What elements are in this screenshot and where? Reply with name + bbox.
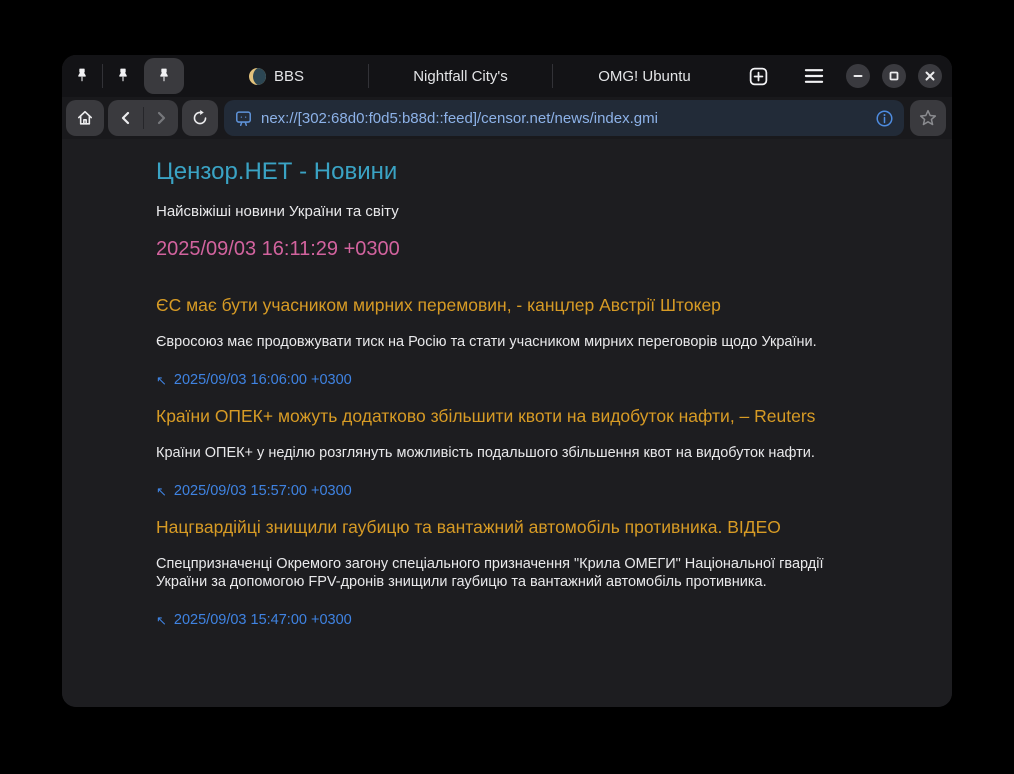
news-article: Нацгвардійці знищили гаубицю та вантажни… — [156, 517, 872, 628]
page-subtitle: Найсвіжіші новини України та світу — [156, 203, 872, 220]
bookmark-button[interactable] — [910, 100, 946, 136]
browser-window: BBS Nightfall City's OMG! Ubuntu — [62, 55, 952, 707]
pinned-tab-2[interactable] — [103, 55, 143, 97]
hamburger-icon — [803, 67, 825, 85]
forward-button[interactable] — [144, 100, 178, 136]
home-icon — [75, 108, 95, 128]
pinned-tab-1[interactable] — [62, 55, 102, 97]
url-text[interactable]: nex://[302:68d0:f0d5:b88d::feed]/censor.… — [261, 110, 658, 127]
menu-button[interactable] — [794, 55, 834, 97]
link-arrow-icon: ↖ — [156, 614, 167, 627]
minimize-icon — [852, 70, 864, 82]
article-headline: Країни ОПЕК+ можуть додатково збільшити … — [156, 406, 872, 427]
maximize-button[interactable] — [882, 64, 906, 88]
tab-nightfall-citys[interactable]: Nightfall City's — [369, 55, 552, 97]
crescent-moon-icon — [249, 68, 266, 85]
back-button[interactable] — [109, 100, 143, 136]
minimize-button[interactable] — [846, 64, 870, 88]
close-button[interactable] — [918, 64, 942, 88]
new-tab-button[interactable] — [736, 55, 780, 97]
reload-icon — [191, 109, 209, 127]
link-arrow-icon: ↖ — [156, 485, 167, 498]
terminal-monitor-icon — [234, 109, 253, 128]
star-icon — [918, 108, 938, 128]
pinned-tab-3-active[interactable] — [144, 58, 184, 94]
tab-omg-ubuntu[interactable]: OMG! Ubuntu — [553, 55, 736, 97]
tab-label: BBS — [274, 68, 304, 85]
article-summary: Спецпризначенці Окремого загону спеціаль… — [156, 555, 824, 591]
close-icon — [924, 70, 936, 82]
tab-label: Nightfall City's — [413, 68, 508, 85]
tab-bbs[interactable]: BBS — [185, 55, 368, 97]
reload-button[interactable] — [182, 100, 218, 136]
page-content: Цензор.НЕТ - Новини Найсвіжіші новини Ук… — [62, 139, 952, 707]
article-link[interactable]: ↖ 2025/09/03 16:06:00 +0300 — [156, 372, 352, 388]
url-bar[interactable]: nex://[302:68d0:f0d5:b88d::feed]/censor.… — [224, 100, 904, 136]
news-article: Країни ОПЕК+ можуть додатково збільшити … — [156, 406, 872, 499]
chevron-left-icon — [118, 110, 134, 126]
feed-timestamp-heading: 2025/09/03 16:11:29 +0300 — [156, 238, 872, 261]
plus-square-icon — [748, 66, 769, 87]
news-article: ЄС має бути учасником мирних перемовин, … — [156, 295, 872, 388]
history-button-group — [108, 100, 178, 136]
chevron-right-icon — [153, 110, 169, 126]
article-summary: Країни ОПЕК+ у неділю розглянуть можливі… — [156, 444, 824, 462]
home-button[interactable] — [66, 100, 104, 136]
pushpin-icon — [156, 67, 172, 85]
page-title: Цензор.НЕТ - Новини — [156, 158, 872, 186]
link-arrow-icon: ↖ — [156, 374, 167, 387]
tab-label: OMG! Ubuntu — [598, 68, 691, 85]
article-link-label: 2025/09/03 16:06:00 +0300 — [174, 372, 352, 388]
article-link-label: 2025/09/03 15:57:00 +0300 — [174, 483, 352, 499]
article-summary: Євросоюз має продовжувати тиск на Росію … — [156, 333, 824, 351]
info-icon[interactable] — [875, 109, 894, 128]
article-link-label: 2025/09/03 15:47:00 +0300 — [174, 612, 352, 628]
article-headline: Нацгвардійці знищили гаубицю та вантажни… — [156, 517, 872, 538]
pushpin-icon — [74, 67, 90, 85]
navigation-bar: nex://[302:68d0:f0d5:b88d::feed]/censor.… — [62, 97, 952, 139]
pushpin-icon — [115, 67, 131, 85]
tab-bar: BBS Nightfall City's OMG! Ubuntu — [62, 55, 952, 97]
maximize-icon — [888, 70, 900, 82]
article-link[interactable]: ↖ 2025/09/03 15:47:00 +0300 — [156, 612, 352, 628]
article-link[interactable]: ↖ 2025/09/03 15:57:00 +0300 — [156, 483, 352, 499]
article-headline: ЄС має бути учасником мирних перемовин, … — [156, 295, 872, 316]
